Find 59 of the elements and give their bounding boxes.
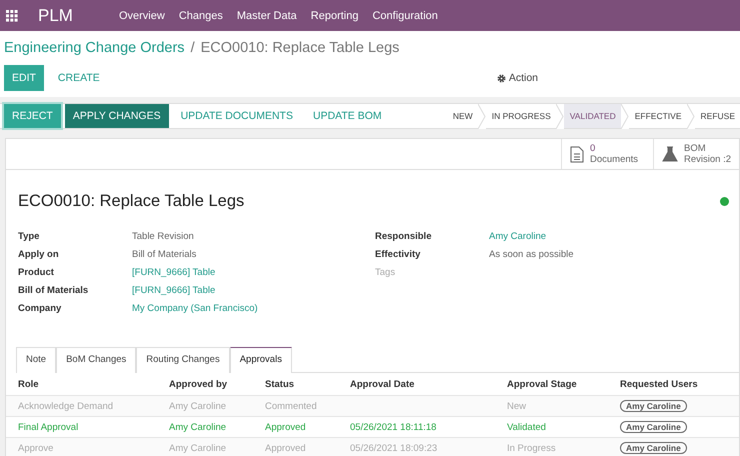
breadcrumb-current: ECO0010: Replace Table Legs	[200, 40, 400, 56]
field-link[interactable]: My Company (San Francisco)	[132, 303, 375, 315]
column-header: Approval Stage	[506, 378, 578, 392]
table-cell: Approved	[253, 437, 338, 456]
table-cell: Amy Caroline	[157, 395, 253, 416]
field-label: Type	[18, 231, 40, 243]
column-header: Status	[264, 378, 296, 392]
column-header: Approval Date	[349, 378, 416, 392]
nav-menu-item[interactable]: Reporting	[310, 10, 358, 22]
header-button[interactable]: APPLY CHANGES	[64, 104, 169, 128]
smart-button[interactable]: BOM Revision :2	[653, 139, 739, 169]
column-header: Approved by	[168, 378, 228, 392]
table-cell: 05/26/2021 18:09:23	[338, 437, 495, 456]
user-tag: Amy Caroline	[620, 442, 687, 454]
field-link[interactable]: Amy Caroline	[489, 231, 727, 243]
field-label: Tags	[375, 267, 396, 279]
header-button[interactable]: UPDATE BOM	[304, 104, 390, 128]
nav-menu-item[interactable]: Configuration	[372, 10, 438, 22]
field-label: Bill of Materials	[18, 285, 90, 297]
field-link[interactable]: [FURN_9666] Table	[132, 285, 375, 297]
tab[interactable]: Routing Changes	[136, 347, 230, 373]
field-link[interactable]: [FURN_9666] Table	[132, 267, 375, 279]
column-header: Role	[17, 378, 40, 392]
gear-icon	[496, 74, 506, 82]
create-button[interactable]: CREATE	[50, 66, 108, 90]
field-label: Company	[18, 303, 62, 315]
tab[interactable]: BoM Changes	[56, 347, 136, 373]
user-tag: Amy Caroline	[620, 421, 687, 433]
field-label: Effectivity	[375, 249, 422, 261]
nav-menu-item[interactable]: Changes	[178, 10, 223, 22]
smart-button[interactable]: 0 Documents	[561, 139, 653, 169]
field-value: Table Revision	[132, 231, 195, 243]
nav-menu-item[interactable]: Master Data	[236, 10, 297, 22]
table-cell: In Progress	[495, 437, 608, 456]
breadcrumb-link[interactable]: Engineering Change Orders	[4, 40, 185, 56]
stage-step[interactable]: VALIDATED	[564, 104, 621, 128]
flask-icon	[662, 146, 678, 162]
tab[interactable]: Note	[16, 347, 56, 373]
field-value: Bill of Materials	[132, 249, 198, 261]
breadcrumb-separator: /	[190, 40, 195, 56]
field-label: Product	[18, 267, 55, 279]
record-title: ECO0010: Replace Table Legs	[18, 192, 244, 211]
header-button[interactable]: UPDATE DOCUMENTS	[172, 104, 301, 128]
column-header: Requested Users	[619, 378, 699, 392]
table-cell: Approve	[6, 437, 157, 456]
user-tag: Amy Caroline	[620, 400, 687, 412]
table-cell: Commented	[253, 395, 338, 416]
table-cell: New	[495, 395, 608, 416]
table-cell: Amy Caroline	[157, 437, 253, 456]
tab[interactable]: Approvals	[230, 347, 292, 373]
field-label: Responsible	[375, 231, 432, 243]
nav-menu-item[interactable]: Overview	[118, 10, 165, 22]
table-cell: Acknowledge Demand	[6, 395, 157, 416]
apps-menu-icon[interactable]	[6, 10, 18, 22]
action-menu[interactable]: Action	[496, 72, 538, 84]
app-name: PLM	[38, 6, 73, 26]
document-icon	[570, 146, 584, 162]
field-value: As soon as possible	[489, 249, 574, 261]
field-label: Apply on	[18, 249, 60, 261]
